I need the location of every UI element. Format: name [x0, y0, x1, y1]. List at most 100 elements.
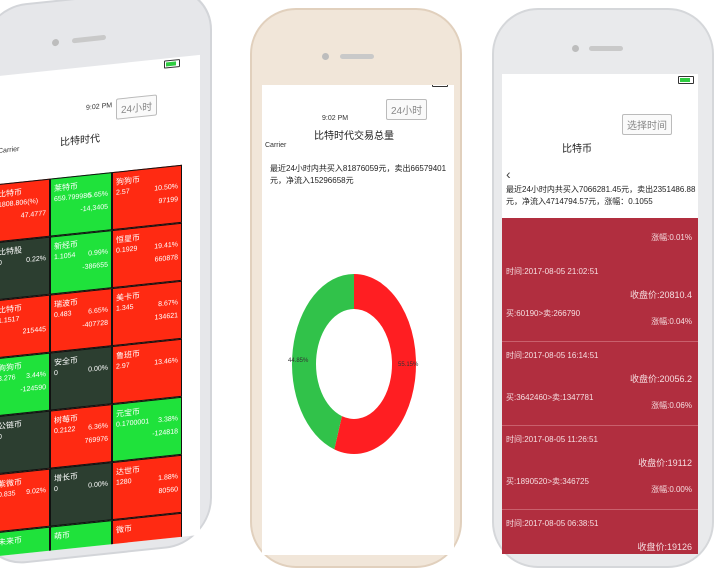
- buy-sell-donut-chart: 55.15% 44.85%: [288, 274, 419, 454]
- volume-summary: 最近24小时内共买入81876059元，卖出66579401 元，净流入1529…: [270, 163, 448, 187]
- coin-flow: 80560: [158, 486, 178, 496]
- row-change: 涨幅:0.01%: [651, 233, 692, 242]
- coin-flow: 97199: [158, 196, 178, 206]
- coin-tile[interactable]: 瑞波币 0.483 6.65% -407728: [50, 288, 112, 353]
- coin-tile[interactable]: 美卡币 1.345 8.67% 134621: [112, 280, 182, 347]
- coin-name: 新经币: [54, 239, 78, 252]
- history-row[interactable]: 时间:2017-08-05 16:14:51 涨幅:0.04% 买:3642460>…: [502, 317, 698, 426]
- coin-name: 瑞波币: [54, 297, 78, 310]
- back-arrow-icon[interactable]: ‹: [506, 166, 511, 182]
- coin-price: 0.483: [54, 310, 72, 320]
- summary-line-2: 元，净流入15296658元: [270, 176, 354, 185]
- coin-tile[interactable]: 微币: [112, 512, 182, 557]
- screen-heatmap: Carrier 9:02 PM 比特时代 24小时 比特币 1808.806(%)…: [0, 54, 200, 557]
- coin-tile[interactable]: 比特股 0 0.22%: [0, 236, 50, 301]
- coin-price: 0.1929: [116, 245, 138, 255]
- coin-tile[interactable]: 比特币 1808.806(%) 47.4777: [0, 178, 50, 243]
- coin-flow: 660878: [154, 254, 178, 264]
- coin-tile[interactable]: 元宝币 0.1700001 3.38% -124818: [112, 396, 182, 463]
- coin-tile[interactable]: 新经币 1.1054 0.99% -386655: [50, 230, 112, 295]
- coin-change: 6.65%: [88, 306, 108, 316]
- coin-name: 紫微币: [0, 477, 22, 490]
- toggle-24h-button[interactable]: 24小时: [116, 94, 158, 120]
- coin-change: 19.41%: [154, 241, 178, 251]
- coin-price: 0.2122: [54, 425, 76, 436]
- coin-tile[interactable]: 树莓币 0.2122 6.36% 769976: [50, 404, 112, 469]
- battery-icon: [678, 76, 694, 84]
- row-trade: 买:1890520>卖:346725: [506, 477, 589, 486]
- row-trade: 买:60190>卖:266790: [506, 309, 581, 318]
- coin-tile[interactable]: 安全币 0 0.00%: [50, 346, 112, 411]
- coin-price: 1.1517: [0, 315, 20, 326]
- coin-price: 0.835: [0, 490, 16, 500]
- history-row[interactable]: 时间:2017-08-05 11:26:51 涨幅:0.06% 买:1890520>…: [502, 401, 698, 510]
- coin-price: 1.345: [116, 303, 134, 313]
- coin-name: 树莓币: [54, 413, 78, 426]
- coin-change: 10.50%: [154, 183, 178, 193]
- coin-name: 公链币: [0, 419, 22, 432]
- coin-change: 13.46%: [154, 357, 178, 367]
- coin-price: 3.276: [0, 374, 16, 384]
- coin-change: 0.00%: [88, 480, 108, 490]
- coin-price: 0: [0, 260, 2, 267]
- coin-name: 莱特币: [54, 181, 78, 194]
- coin-name: 达世币: [116, 465, 140, 477]
- coin-tile[interactable]: 鲁班币 2.97 13.46%: [112, 338, 182, 405]
- summary-line-1: 最近24小时内共买入81876059元，卖出66579401: [270, 164, 447, 173]
- status-time: 9:02 PM: [86, 102, 113, 112]
- row-change: 涨幅:0.06%: [651, 401, 692, 410]
- row-close: 收盘价:20056.2: [629, 374, 692, 384]
- coin-change: 9.02%: [26, 487, 46, 497]
- summary-line-1: 最近24小时内共买入7066281.45元，卖出2351486.88: [506, 185, 696, 194]
- coin-tile[interactable]: 达世币 1280 1.88% 80560: [112, 454, 182, 521]
- coin-price: 0: [54, 485, 58, 494]
- coin-price: 0.1700001: [116, 418, 150, 429]
- coin-price: 2.57: [116, 188, 130, 197]
- coin-change: 0.00%: [88, 364, 108, 374]
- coin-name: 比特币: [0, 303, 22, 316]
- row-change: 涨幅:0.04%: [651, 317, 692, 326]
- page-title: 比特币: [562, 144, 592, 155]
- coin-change: 3.44%: [26, 371, 46, 381]
- coin-price: 1280: [116, 478, 132, 487]
- phone-middle: Carrier 9:02 PM 比特时代交易总量 24小时 最近24小时内共买入…: [250, 8, 462, 568]
- coin-change: 5.65%: [88, 190, 108, 200]
- toggle-24h-button[interactable]: 24小时: [386, 99, 428, 120]
- coin-tile[interactable]: 莱特币 659.799986 5.65% -14,3405: [50, 172, 112, 237]
- row-trade: 买:3642460>卖:1347781: [506, 393, 594, 402]
- coin-name: 美卡币: [116, 291, 140, 303]
- coin-tile[interactable]: 紫微币 0.835 9.02%: [0, 468, 50, 533]
- battery-icon: [164, 58, 180, 69]
- coin-name: 恒星币: [116, 233, 140, 245]
- coin-name: 元宝币: [116, 407, 140, 419]
- speaker: [589, 46, 623, 51]
- coin-tile[interactable]: 恒星币 0.1929 19.41% 660878: [112, 222, 182, 289]
- coin-tile[interactable]: 狗狗币 2.57 10.50% 97199: [112, 164, 182, 231]
- history-row[interactable]: 时间:2017-08-05 06:38:51涨幅:0.00%买:150242>卖…: [502, 485, 698, 554]
- row-time: 时间:2017-08-05 11:26:51: [506, 435, 598, 444]
- coin-price: 659.799986: [54, 192, 91, 204]
- coin-flow: -124818: [152, 428, 178, 438]
- coin-tile[interactable]: 萌币: [50, 520, 112, 557]
- coin-tile[interactable]: 比特币 1.1517 215445: [0, 294, 50, 359]
- select-time-button[interactable]: 选择时间: [622, 114, 672, 135]
- coin-tile[interactable]: 增长币 0 0.00%: [50, 462, 112, 527]
- coin-price: 0: [54, 369, 58, 378]
- coin-tile[interactable]: 公链币 0: [0, 410, 50, 475]
- coin-name: 狗狗币: [0, 361, 22, 374]
- coin-name: 比特股: [0, 245, 22, 258]
- history-row[interactable]: 时间:2017-08-05 21:02:51 涨幅:0.01% 买:60190>卖:…: [502, 233, 698, 342]
- coin-price: 2.97: [116, 362, 130, 371]
- coin-flow: 47.4777: [20, 210, 46, 220]
- coin-name: 未来币: [0, 535, 22, 548]
- row-time: 时间:2017-08-05 16:14:51: [506, 351, 599, 360]
- coin-tile[interactable]: 狗狗币 3.276 3.44% -124590: [0, 352, 50, 417]
- coin-change: 0.22%: [26, 255, 46, 265]
- coin-flow: -407728: [82, 319, 108, 330]
- row-time: 时间:2017-08-05 21:02:51: [506, 267, 599, 276]
- camera: [572, 45, 579, 52]
- detail-summary: 最近24小时内共买入7066281.45元，卖出2351486.88 元，净流入…: [506, 184, 696, 208]
- coin-price: 0: [0, 434, 2, 441]
- coin-change: 3.38%: [158, 415, 178, 425]
- speaker: [72, 34, 106, 44]
